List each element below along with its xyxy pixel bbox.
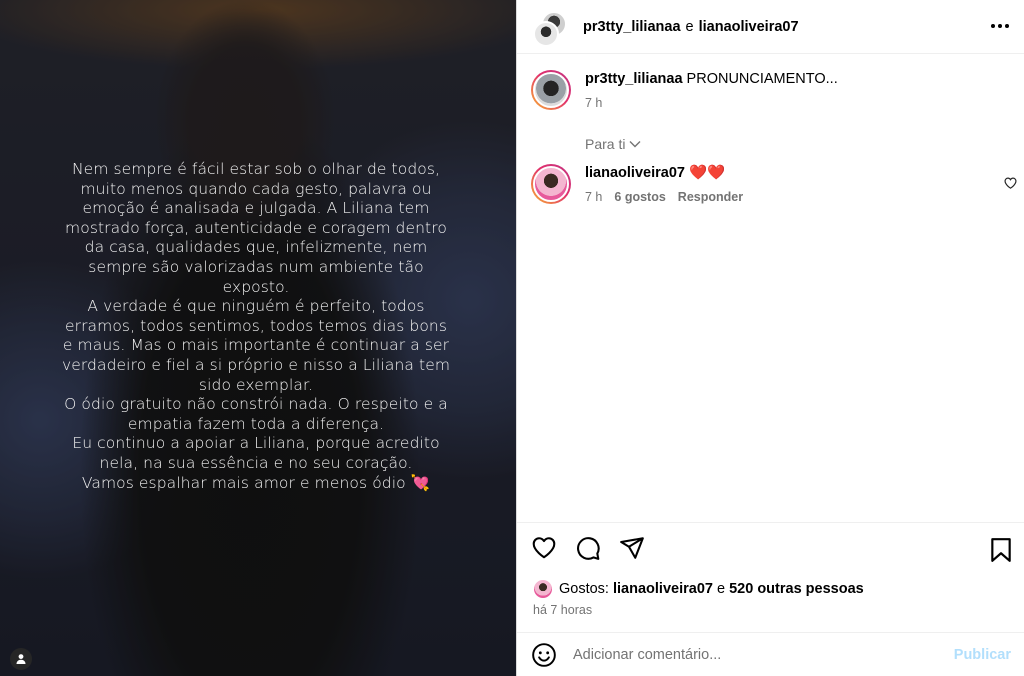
more-horizontal-icon xyxy=(991,24,1009,28)
like-button[interactable] xyxy=(531,535,557,561)
more-options-button[interactable] xyxy=(988,14,1012,38)
emoji-button[interactable] xyxy=(531,642,557,668)
user-tag-icon[interactable] xyxy=(10,648,32,670)
author-username-link[interactable]: pr3tty_lilianaa xyxy=(583,19,681,35)
heart-icon xyxy=(532,537,556,559)
comment-text: ❤️❤️ xyxy=(688,165,726,181)
publish-button[interactable]: Publicar xyxy=(954,647,1011,663)
save-button[interactable] xyxy=(989,537,1015,563)
comment-filter-dropdown[interactable]: Para ti xyxy=(585,136,641,152)
comment-filter-label: Para ti xyxy=(585,136,626,152)
story-paragraph: O ódio gratuito não constrói nada. O res… xyxy=(64,395,448,433)
caption-text: PRONUNCIAMENTO... xyxy=(686,71,838,87)
comment-username-link[interactable]: lianaoliveira07 xyxy=(585,165,685,181)
comment-input[interactable] xyxy=(573,646,954,663)
likes-others-link[interactable]: 520 outras pessoas xyxy=(729,581,864,597)
story-paragraph: Eu continuo a apoiar a Liliana, porque a… xyxy=(72,434,440,472)
collab-username-link[interactable]: lianaoliveira07 xyxy=(699,19,799,35)
collab-avatars[interactable] xyxy=(531,7,573,47)
collab-names: pr3tty_lilianaa e lianaoliveira07 xyxy=(583,19,799,35)
caption-username-link[interactable]: pr3tty_lilianaa xyxy=(585,71,683,87)
likes-summary: Gostos: lianaoliveira07 e 520 outras pes… xyxy=(533,579,864,599)
comment-like-button[interactable] xyxy=(1004,176,1017,194)
likes-prefix: Gostos: xyxy=(559,581,609,597)
avatar[interactable] xyxy=(531,70,571,110)
comment-likes-link[interactable]: 6 gostos xyxy=(614,190,665,204)
caption-time: 7 h xyxy=(585,96,603,110)
story-paragraph: Vamos espalhar mais amor e menos ódio 💘 xyxy=(81,473,431,492)
heart-outline-icon xyxy=(1004,177,1017,189)
comment-item: lianaoliveira07 ❤️❤️ 7 h 6 gostos Respon… xyxy=(531,164,743,204)
story-paragraph: A verdade é que ninguém é perfeito, todo… xyxy=(61,297,451,394)
share-button[interactable] xyxy=(619,535,645,561)
avatar[interactable] xyxy=(531,164,571,204)
avatar xyxy=(533,20,559,47)
comments-section[interactable]: pr3tty_lilianaa PRONUNCIAMENTO... 7 h Pa… xyxy=(517,54,1024,522)
add-comment-bar: Publicar xyxy=(517,632,1024,676)
likes-username-link[interactable]: lianaoliveira07 xyxy=(613,581,713,597)
post-media[interactable]: Nem sempre é fácil estar sob o olhar de … xyxy=(0,0,516,676)
comment-button[interactable] xyxy=(575,535,601,561)
reply-button[interactable]: Responder xyxy=(678,190,743,204)
story-text: Nem sempre é fácil estar sob o olhar de … xyxy=(60,160,452,493)
post-actions: Gostos: lianaoliveira07 e 520 outras pes… xyxy=(517,522,1024,632)
post-header: pr3tty_lilianaa e lianaoliveira07 xyxy=(517,0,1024,54)
story-paragraph: Nem sempre é fácil estar sob o olhar de … xyxy=(65,160,447,296)
avatar[interactable] xyxy=(533,579,553,599)
bookmark-icon xyxy=(991,538,1011,562)
likes-joiner: e xyxy=(716,581,726,597)
collab-separator: e xyxy=(685,18,694,35)
comment-icon xyxy=(577,537,600,560)
emoji-icon xyxy=(532,642,556,667)
post-panel: pr3tty_lilianaa e lianaoliveira07 pr3tty… xyxy=(516,0,1024,676)
caption: pr3tty_lilianaa PRONUNCIAMENTO... 7 h xyxy=(531,70,838,110)
comment-time: 7 h xyxy=(585,190,603,204)
post-timestamp[interactable]: há 7 horas xyxy=(533,603,592,617)
send-icon xyxy=(620,537,644,559)
chevron-down-icon xyxy=(629,141,641,148)
